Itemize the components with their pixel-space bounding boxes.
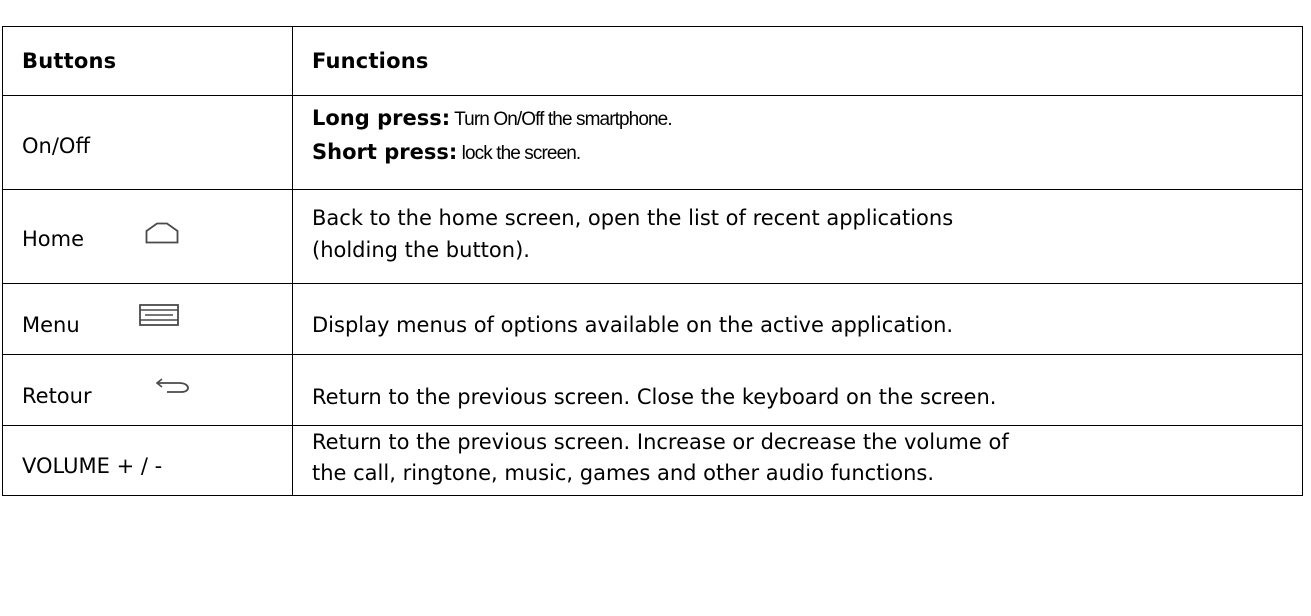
short-press-line: Short press: lock the screen. — [312, 136, 1294, 170]
short-press-text: lock the screen. — [457, 142, 582, 164]
retour-function-text: Return to the previous screen. Close the… — [312, 385, 997, 409]
retour-button-cell: Retour — [2, 354, 293, 426]
home-function-cell: Back to the home screen, open the list o… — [292, 189, 1303, 284]
onoff-button-cell: On/Off — [2, 95, 293, 190]
menu-button-cell: Menu — [2, 283, 293, 355]
onoff-button-label: On/Off — [22, 133, 90, 158]
menu-function-text: Display menus of options available on th… — [312, 313, 954, 337]
table-row-onoff: On/Off Long press: Turn On/Off the smart… — [2, 95, 1303, 190]
header-functions-cell: Functions — [292, 26, 1303, 96]
home-icon — [145, 222, 179, 244]
header-functions: Functions — [312, 49, 429, 73]
header-buttons: Buttons — [22, 49, 117, 73]
header-buttons-cell: Buttons — [2, 26, 293, 96]
volume-function-cell: Return to the previous screen. Increase … — [292, 425, 1303, 496]
table-row-menu: Menu Display menus of options available … — [2, 283, 1303, 355]
short-press-label: Short press: — [312, 139, 458, 164]
back-arrow-icon — [155, 378, 191, 396]
table-header-row: Buttons Functions — [2, 26, 1303, 96]
table-row-retour: Retour Return to the previous screen. Cl… — [2, 354, 1303, 426]
volume-function-line-2: the call, ringtone, music, games and oth… — [312, 460, 935, 485]
onoff-function-cell: Long press: Turn On/Off the smartphone. … — [292, 95, 1303, 190]
retour-button-label: Retour — [22, 384, 92, 408]
home-function-line-2: (holding the button). — [312, 237, 530, 262]
volume-button-label: VOLUME + / - — [22, 453, 163, 478]
long-press-text: Turn On/Off the smartphone. — [450, 108, 672, 130]
menu-button-label: Menu — [22, 313, 80, 337]
long-press-label: Long press: — [312, 105, 451, 130]
long-press-line: Long press: Turn On/Off the smartphone. — [312, 102, 1294, 136]
menu-function-cell: Display menus of options available on th… — [292, 283, 1303, 355]
home-button-label: Home — [22, 226, 85, 251]
home-button-cell: Home — [2, 189, 293, 284]
table-row-volume: VOLUME + / - Return to the previous scre… — [2, 425, 1303, 496]
volume-button-cell: VOLUME + / - — [2, 425, 293, 496]
retour-function-cell: Return to the previous screen. Close the… — [292, 354, 1303, 426]
volume-function-line-1: Return to the previous screen. Increase … — [312, 429, 1009, 454]
home-function-line-1: Back to the home screen, open the list o… — [312, 205, 954, 230]
buttons-functions-table: Buttons Functions On/Off Long press: Tur… — [2, 26, 1303, 496]
menu-icon — [139, 304, 179, 326]
table-row-home: Home Back to the home screen, open the l… — [2, 189, 1303, 284]
